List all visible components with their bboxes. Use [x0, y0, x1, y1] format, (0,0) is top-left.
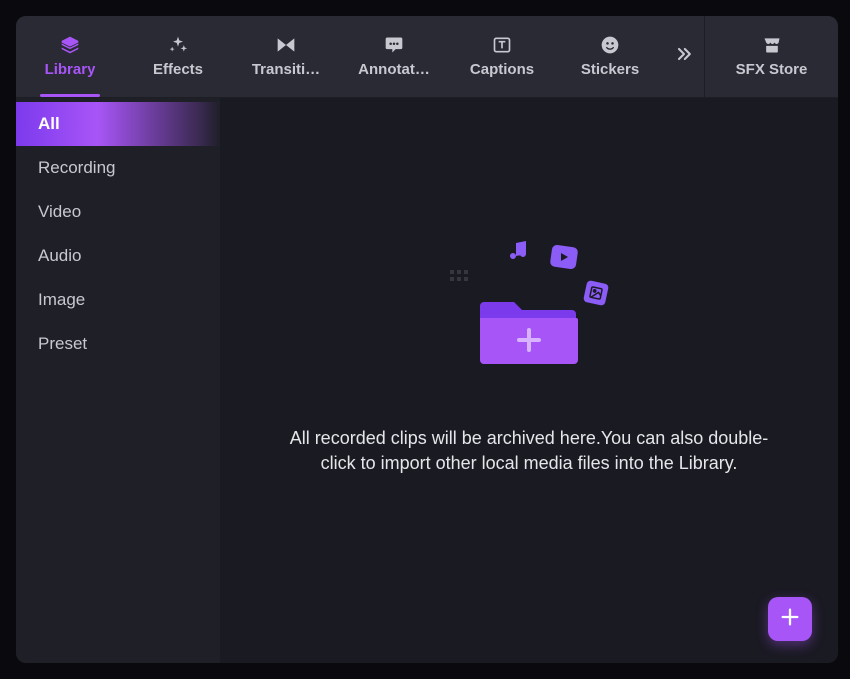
- tab-label: SFX Store: [736, 61, 808, 78]
- tab-captions[interactable]: Captions: [448, 16, 556, 97]
- add-media-button[interactable]: [768, 597, 812, 641]
- media-panel: Library Effects Transiti… Annotat… Capti: [16, 16, 838, 663]
- tab-label: Transiti…: [252, 61, 320, 78]
- tab-stickers[interactable]: Stickers: [556, 16, 664, 97]
- music-note-icon: [507, 238, 531, 267]
- sidebar-item-label: Audio: [38, 246, 81, 266]
- tab-sfx-store[interactable]: SFX Store: [704, 16, 838, 97]
- tab-label: Annotat…: [358, 61, 430, 78]
- tab-library[interactable]: Library: [16, 16, 124, 97]
- library-sidebar: All Recording Video Audio Image Preset: [16, 98, 220, 663]
- sidebar-item-label: Video: [38, 202, 81, 222]
- tab-label: Captions: [470, 61, 534, 78]
- sidebar-item-recording[interactable]: Recording: [16, 146, 220, 190]
- panel-body: All Recording Video Audio Image Preset: [16, 98, 838, 663]
- top-tabs: Library Effects Transiti… Annotat… Capti: [16, 16, 838, 98]
- sidebar-item-label: Image: [38, 290, 85, 310]
- tab-label: Effects: [153, 61, 203, 78]
- video-badge-icon: [550, 244, 579, 269]
- sidebar-item-video[interactable]: Video: [16, 190, 220, 234]
- tab-label: Stickers: [581, 61, 639, 78]
- tab-effects[interactable]: Effects: [124, 16, 232, 97]
- sidebar-item-label: Recording: [38, 158, 116, 178]
- captions-icon: [492, 35, 512, 55]
- library-icon: [60, 35, 80, 55]
- tab-label: Library: [45, 61, 96, 78]
- sidebar-item-label: Preset: [38, 334, 87, 354]
- tabs-overflow-button[interactable]: [664, 16, 704, 97]
- transitions-icon: [276, 35, 296, 55]
- sidebar-item-all[interactable]: All: [16, 102, 220, 146]
- sidebar-item-preset[interactable]: Preset: [16, 322, 220, 366]
- sidebar-item-image[interactable]: Image: [16, 278, 220, 322]
- stickers-icon: [600, 35, 620, 55]
- chevron-double-right-icon: [674, 44, 694, 69]
- effects-icon: [168, 35, 188, 55]
- store-icon: [762, 35, 782, 55]
- folder-icon: [479, 290, 579, 370]
- annotations-icon: [384, 35, 404, 55]
- sidebar-item-audio[interactable]: Audio: [16, 234, 220, 278]
- grip-dots-icon: [450, 270, 470, 286]
- tab-annotations[interactable]: Annotat…: [340, 16, 448, 97]
- empty-state-text: All recorded clips will be archived here…: [289, 426, 769, 476]
- empty-folder-illustration: [439, 238, 619, 378]
- image-badge-icon: [583, 280, 609, 306]
- library-main[interactable]: All recorded clips will be archived here…: [220, 98, 838, 663]
- plus-icon: [779, 606, 801, 633]
- tab-transitions[interactable]: Transiti…: [232, 16, 340, 97]
- sidebar-item-label: All: [38, 114, 60, 134]
